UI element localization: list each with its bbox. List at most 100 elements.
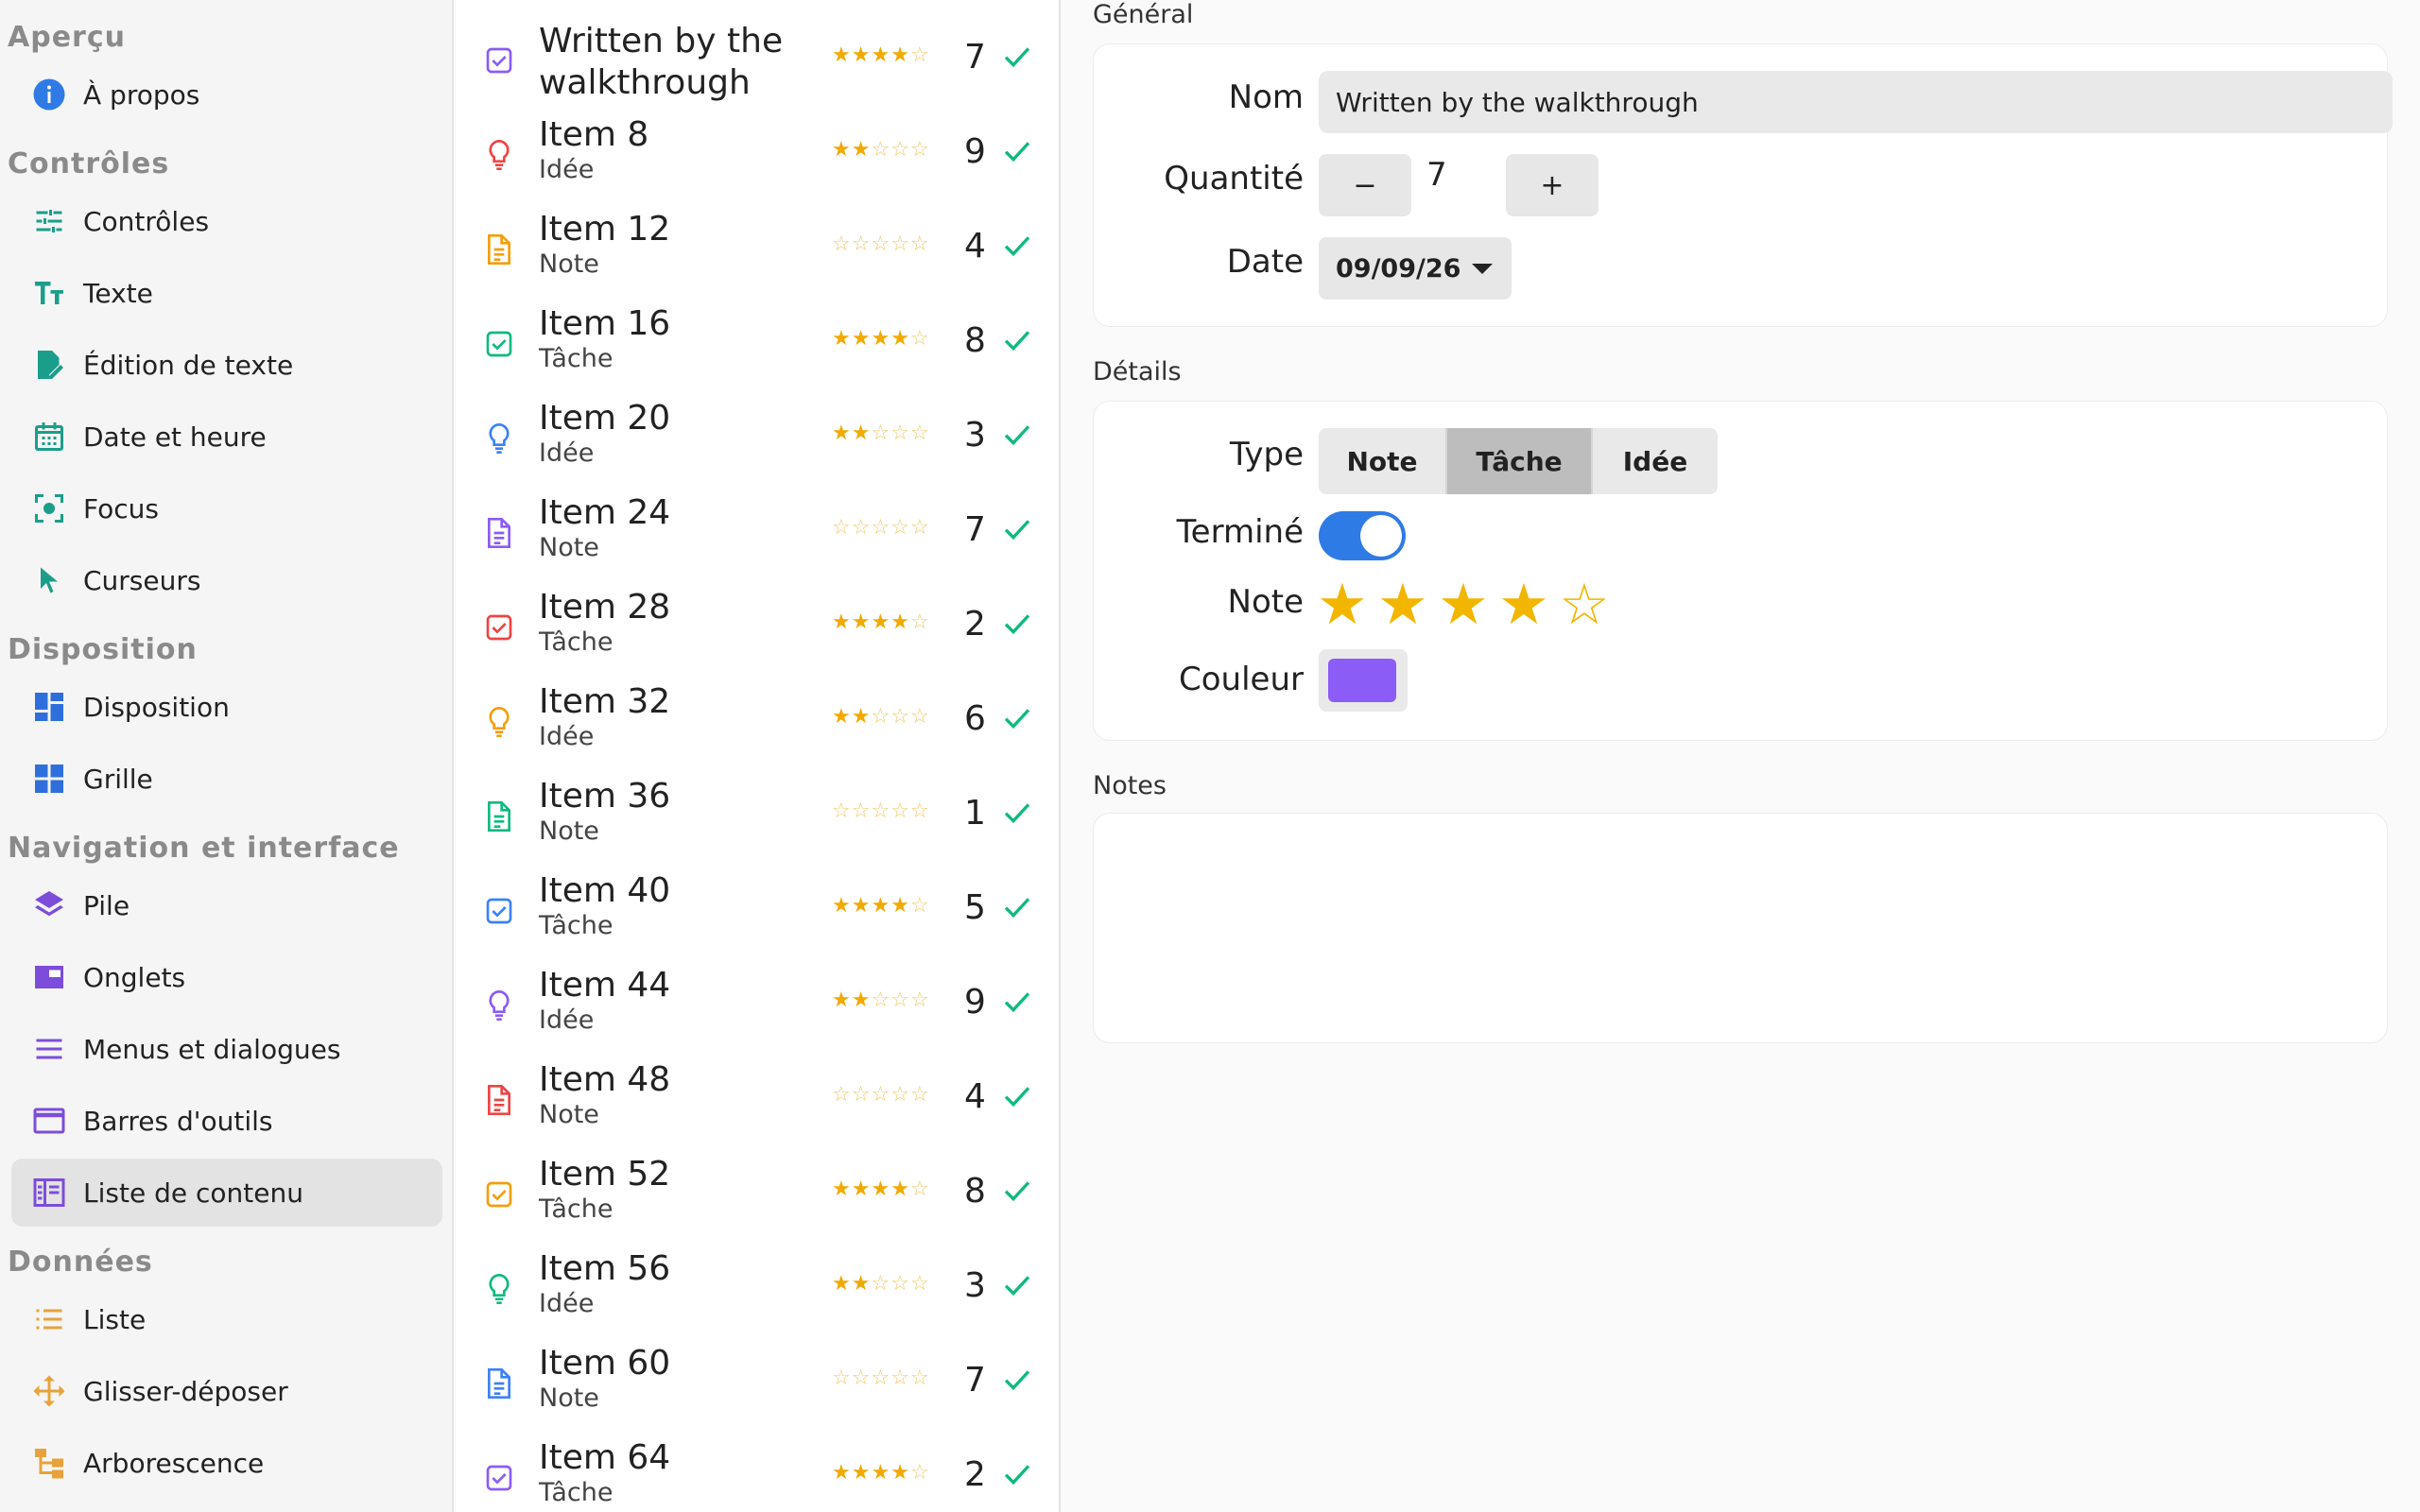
list-item[interactable]: Item 24 Note ☆☆☆☆☆ 7 [456, 480, 1059, 575]
edit-document-icon [30, 346, 68, 384]
list-item[interactable]: Item 28 Tâche ★★★★☆ 2 [456, 575, 1059, 669]
sidebar-item-label: Curseurs [83, 564, 201, 596]
list-item-quantity: 3 [964, 416, 986, 455]
list-item-title: Item 48 [539, 1060, 671, 1099]
check-icon [1002, 327, 1032, 355]
done-label: Terminé [1176, 513, 1304, 551]
star-icon[interactable]: ★ [1317, 572, 1377, 638]
list-item-quantity: 6 [964, 699, 986, 738]
list-item[interactable]: Item 56 Idée ★★☆☆☆ 3 [456, 1236, 1059, 1331]
increment-button[interactable]: + [1506, 154, 1599, 216]
type-option-note[interactable]: Note [1319, 428, 1447, 494]
star-icon[interactable]: ★ [1438, 572, 1498, 638]
details-card: Type Note Tâche Idée Terminé Note ★ ★ ★ ★ ☆ Co… [1093, 401, 2388, 741]
check-icon [1002, 1083, 1032, 1111]
details-group-title: Détails [1093, 357, 1182, 387]
tabs-icon [30, 958, 68, 996]
list-item[interactable]: Item 48 Note ☆☆☆☆☆ 4 [456, 1047, 1059, 1142]
list-item-rating: ★★★★☆ [832, 327, 930, 351]
sidebar: Aperçu À propos Contrôles Contrôles Texte Édi… [0, 0, 454, 1512]
star-icon[interactable]: ★ [1498, 572, 1559, 638]
toggle-knob [1360, 515, 1402, 557]
list-item[interactable]: Item 20 Idée ★★☆☆☆ 3 [456, 386, 1059, 480]
sidebar-item-curseurs[interactable]: Curseurs [11, 546, 442, 614]
note-icon [484, 1366, 514, 1400]
sidebar-item-focus[interactable]: Focus [11, 474, 442, 542]
list-item-rating: ★★★★☆ [832, 1177, 930, 1201]
decrement-button[interactable]: − [1319, 154, 1411, 216]
move-icon [30, 1372, 68, 1410]
layout-icon [30, 688, 68, 726]
sidebar-section-title: Disposition [8, 633, 198, 666]
list-item-quantity: 7 [964, 510, 986, 549]
list-item-subtitle: Tâche [539, 627, 614, 657]
list-item[interactable]: Item 8 Idée ★★☆☆☆ 9 [456, 102, 1059, 197]
list-item-subtitle: Idée [539, 722, 595, 751]
list-item-quantity: 3 [964, 1266, 986, 1305]
name-field[interactable] [1319, 71, 2393, 133]
list-item-rating: ★★★★☆ [832, 610, 930, 634]
notes-field[interactable] [1093, 813, 2388, 1043]
sidebar-item-grille[interactable]: Grille [11, 745, 442, 813]
sidebar-item-menus-et-dialogues[interactable]: Menus et dialogues [11, 1015, 442, 1083]
list-item-rating: ★★☆☆☆ [832, 138, 930, 162]
star-icon[interactable]: ☆ [1559, 572, 1619, 638]
list-item-title: Item 8 [539, 115, 649, 154]
list-item-subtitle: Tâche [539, 1478, 614, 1507]
sidebar-item-glisser-deposer[interactable]: Glisser-déposer [11, 1357, 442, 1425]
list-item[interactable]: Item 40 Tâche ★★★★☆ 5 [456, 858, 1059, 953]
list-item[interactable]: Item 12 Note ☆☆☆☆☆ 4 [456, 197, 1059, 291]
list-item[interactable]: Written by the walkthrough ★★★★☆ 7 [456, 8, 1059, 102]
sidebar-item-onglets[interactable]: Onglets [11, 943, 442, 1011]
type-option-idee[interactable]: Idée [1593, 428, 1718, 494]
sidebar-item-disposition[interactable]: Disposition [11, 673, 442, 741]
stack-icon [30, 886, 68, 924]
check-icon [1002, 894, 1032, 922]
sidebar-item-date-et-heure[interactable]: Date et heure [11, 403, 442, 471]
list-item-quantity: 7 [964, 38, 986, 77]
done-toggle[interactable] [1319, 511, 1406, 560]
sidebar-item-texte[interactable]: Texte [11, 259, 442, 327]
task-icon [484, 43, 514, 77]
sidebar-item-arborescence[interactable]: Arborescence [11, 1429, 442, 1497]
check-icon [1002, 516, 1032, 544]
list-item[interactable]: Item 16 Tâche ★★★★☆ 8 [456, 291, 1059, 386]
date-picker-button[interactable]: 09/09/26 [1319, 237, 1512, 300]
list-item[interactable]: Item 32 Idée ★★☆☆☆ 6 [456, 669, 1059, 764]
list-item-subtitle: Idée [539, 438, 595, 468]
color-picker-button[interactable] [1319, 649, 1408, 712]
list-item[interactable]: Item 64 Tâche ★★★★☆ 2 [456, 1425, 1059, 1512]
list-item-title: Item 12 [539, 210, 671, 249]
sidebar-item-pile[interactable]: Pile [11, 871, 442, 939]
list-item-rating: ★★★★☆ [832, 894, 930, 918]
content-list-icon [30, 1174, 68, 1211]
general-group-title: Général [1093, 0, 1194, 29]
list-icon [30, 1300, 68, 1338]
sidebar-item-edition-de-texte[interactable]: Édition de texte [11, 331, 442, 399]
list-item-rating: ☆☆☆☆☆ [832, 232, 930, 256]
sidebar-item-liste[interactable]: Liste [11, 1285, 442, 1353]
list-item[interactable]: Item 60 Note ☆☆☆☆☆ 7 [456, 1331, 1059, 1425]
sidebar-item-liste-de-contenu[interactable]: Liste de contenu [11, 1159, 442, 1227]
note-icon [484, 799, 514, 833]
task-icon [484, 894, 514, 928]
idea-icon [484, 1272, 514, 1306]
star-icon[interactable]: ★ [1377, 572, 1438, 638]
type-option-tache[interactable]: Tâche [1447, 428, 1593, 494]
check-icon [1002, 1272, 1032, 1300]
list-item-quantity: 7 [964, 1361, 986, 1400]
list-item-quantity: 2 [964, 1455, 986, 1494]
list-item-subtitle: Note [539, 533, 599, 562]
quantity-value: 7 [1426, 156, 1447, 194]
list-item[interactable]: Item 52 Tâche ★★★★☆ 8 [456, 1142, 1059, 1236]
sidebar-item-a-propos[interactable]: À propos [11, 60, 442, 129]
check-icon [1002, 1177, 1032, 1206]
sidebar-item-label: Liste de contenu [83, 1177, 303, 1209]
list-item[interactable]: Item 36 Note ☆☆☆☆☆ 1 [456, 764, 1059, 858]
sidebar-item-controles[interactable]: Contrôles [11, 187, 442, 255]
list-item-quantity: 4 [964, 1077, 986, 1116]
list-item-rating: ☆☆☆☆☆ [832, 516, 930, 540]
sidebar-item-barres-d-outils[interactable]: Barres d'outils [11, 1087, 442, 1155]
list-item-subtitle: Note [539, 249, 599, 279]
list-item[interactable]: Item 44 Idée ★★☆☆☆ 9 [456, 953, 1059, 1047]
